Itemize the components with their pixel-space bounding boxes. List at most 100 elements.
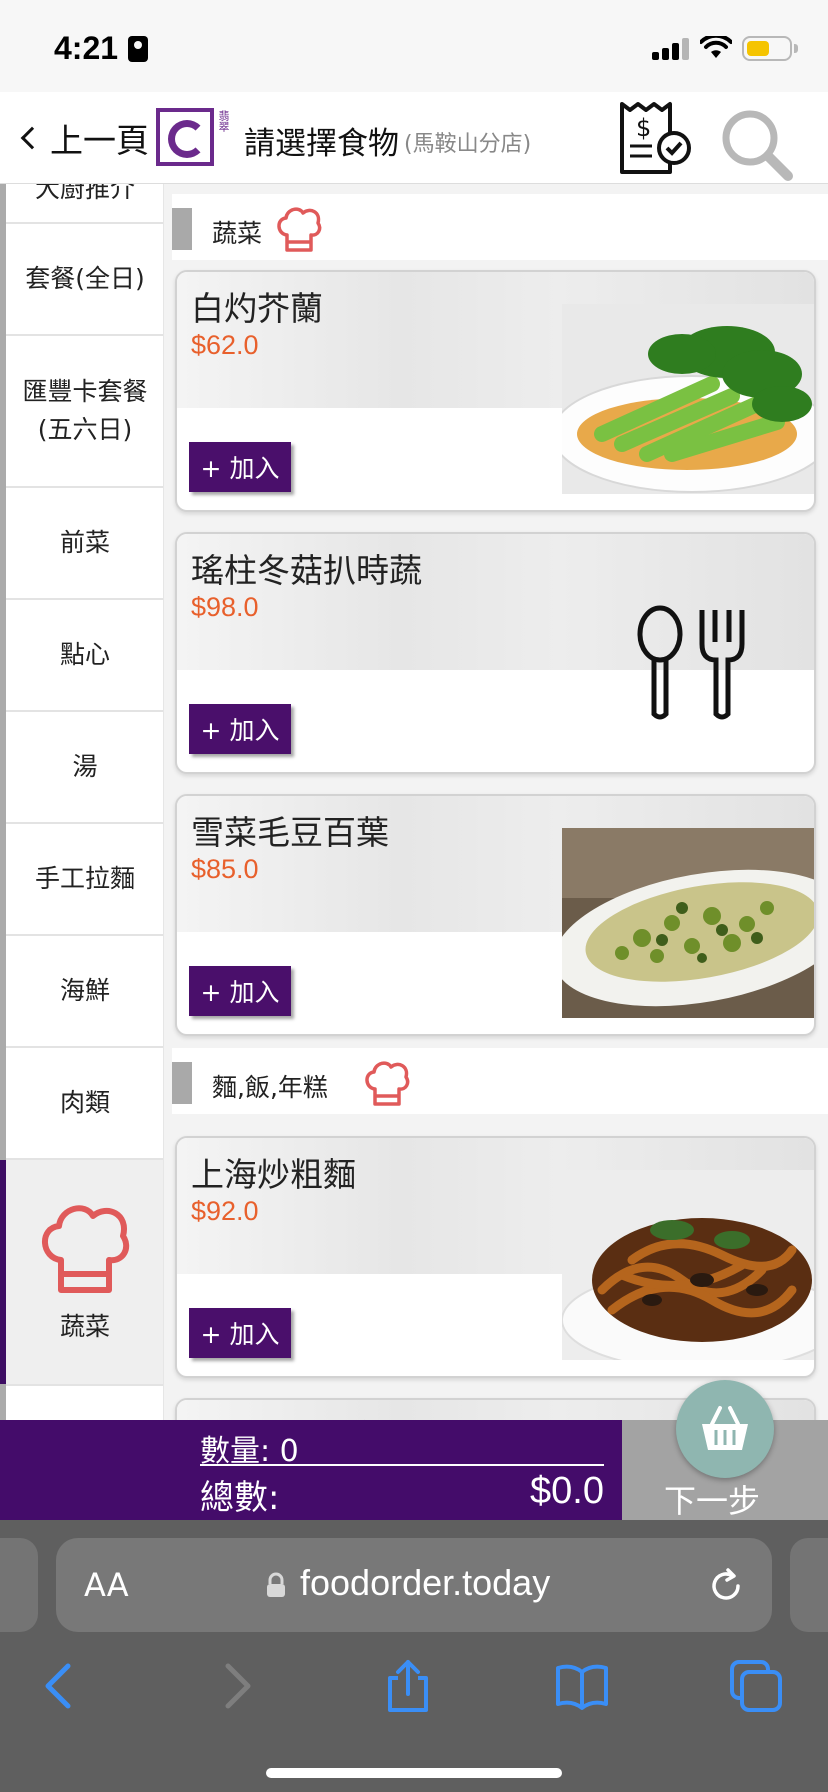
section-bar [172,1062,192,1104]
app-header: 上一頁 翡翠 請選擇食物 (馬鞍山分店) $ [0,92,828,184]
sidebar-item-label: 手工拉麵 [34,864,135,893]
sidebar-item-next[interactable] [6,1386,163,1420]
sidebar-item-label: 匯豐卡套餐(五六日) [22,377,148,444]
add-to-cart-button[interactable]: + 加入 [189,442,291,492]
order-receipt-icon[interactable]: $ [616,100,696,180]
add-to-cart-button[interactable]: + 加入 [189,704,291,754]
dish-card[interactable]: 上海炒粗麵 $92.0 + 加入 [175,1136,816,1378]
shopping-basket-icon [702,1406,748,1450]
dish-name: 白灼芥蘭 [191,289,323,328]
sidebar-item-hand-pulled-noodles[interactable]: 手工拉麵 [6,824,163,936]
back-label: 上一頁 [50,121,149,160]
beancurd-sheet-photo [562,828,814,1018]
sidebar-item-hsbc-set[interactable]: 匯豐卡套餐(五六日) [6,336,163,488]
back-button[interactable]: 上一頁 [18,116,149,160]
gai-lan-photo [562,304,814,494]
forward-arrow-icon[interactable] [208,1658,264,1714]
menu-list: 蔬菜 白灼芥蘭 $62.0 + 加入 瑤柱冬菇扒時蔬 $98.0 + 加入 雪菜… [164,184,828,1420]
sidebar-item-soup[interactable]: 湯 [6,712,163,824]
screen: { "status_bar": { "time": "4:21", "batte… [0,0,828,1792]
lock-icon [267,1572,285,1597]
cart-quantity: 數量: 0 [200,1426,604,1469]
section-header-noodles-rice: 麵,飯,年糕 [172,1048,828,1114]
dish-card[interactable]: 白灼芥蘭 $62.0 + 加入 [175,270,816,512]
search-icon[interactable] [716,106,796,186]
home-indicator [266,1768,562,1778]
chevron-left-icon [20,126,44,150]
dish-price: $62.0 [191,330,259,360]
add-to-cart-button[interactable]: + 加入 [189,966,291,1016]
dish-price: $92.0 [191,1196,259,1226]
add-to-cart-button[interactable]: + 加入 [189,1308,291,1358]
chef-hat-icon [42,1205,130,1293]
utensils-icon [637,605,745,720]
status-time: 4:21 [54,30,119,66]
sidebar-item-label: 湯 [72,752,98,781]
cellular-signal-icon [652,38,690,60]
sidebar-item-label: 前菜 [59,528,110,557]
dish-name: 雪菜蝦仁炒飯 [191,1410,389,1420]
section-bar [172,208,192,250]
dish-price: $85.0 [191,854,259,884]
chef-hat-icon [277,207,322,252]
dish-name: 瑤柱冬菇扒時蔬 [191,551,422,590]
dish-card[interactable]: 瑤柱冬菇扒時蔬 $98.0 + 加入 [175,532,816,774]
previous-tab-edge[interactable] [0,1538,38,1632]
sidebar-item-label: 海鮮 [59,976,110,1005]
shanghai-noodles-photo [562,1170,814,1360]
add-label: + 加入 [200,1320,280,1349]
sidebar-item-meat[interactable]: 肉類 [6,1048,163,1160]
logo-frame [156,108,214,166]
section-title: 蔬菜 [212,219,263,248]
next-tab-edge[interactable] [790,1538,828,1632]
text-size-button[interactable]: AA [84,1566,129,1604]
sidebar-item-label: 肉類 [59,1088,110,1117]
category-sidebar: 大廚推介 套餐(全日) 匯豐卡套餐(五六日) 前菜 點心 湯 手工拉麵 海鮮 肉… [0,184,164,1420]
sidebar-item-label: 大廚推介 [34,184,135,203]
sidebar-item-vegetables[interactable]: 蔬菜 [0,1160,163,1386]
sidebar-item-label: 套餐(全日) [25,264,145,293]
page-title: 請選擇食物 [244,126,399,162]
sidebar-item-chef-recommend[interactable]: 大廚推介 [6,184,163,224]
logo-text: 翡翠 [217,110,230,132]
battery-tip [794,44,798,53]
sidebar-item-label: 蔬菜 [59,1312,110,1341]
cart-summary-bar: 數量: 0 總數: $0.0 [0,1420,622,1520]
sidebar-item-seafood[interactable]: 海鮮 [6,936,163,1048]
share-icon[interactable] [380,1658,436,1714]
back-arrow-icon[interactable] [32,1658,88,1714]
add-label: + 加入 [200,978,280,1007]
battery-level [747,41,769,56]
dish-name: 雪菜毛豆百葉 [191,813,389,852]
restaurant-logo: 翡翠 [154,100,232,176]
address-bar[interactable]: AA foodorder.today [56,1538,772,1632]
section-header-vegetables: 蔬菜 [172,194,828,260]
cart-total-label: 總數: [200,1478,280,1518]
battery-icon [742,36,792,61]
sidebar-item-set-meal[interactable]: 套餐(全日) [6,224,163,336]
dish-card[interactable]: 雪菜毛豆百葉 $85.0 + 加入 [175,794,816,1036]
dish-price: $98.0 [191,592,259,622]
contact-card-icon [128,36,148,62]
status-bar: 4:21 [0,0,828,92]
reload-icon[interactable] [706,1566,746,1606]
section-title: 麵,飯,年糕 [212,1073,328,1102]
browser-toolbar: AA foodorder.today [0,1520,828,1792]
next-step-label: 下一步 [664,1482,761,1520]
sidebar-item-dim-sum[interactable]: 點心 [6,600,163,712]
wifi-icon [700,36,732,58]
svg-text:$: $ [636,114,651,142]
dish-name: 上海炒粗麵 [191,1155,356,1194]
tabs-icon[interactable] [728,1658,784,1714]
sidebar-item-label: 點心 [59,640,110,669]
branch-name: (馬鞍山分店) [404,132,532,157]
add-label: + 加入 [200,716,280,745]
active-indicator [0,1160,6,1384]
basket-button[interactable] [676,1380,774,1478]
cart-total-value: $0.0 [530,1470,604,1512]
logo-c-mark [168,120,206,158]
add-label: + 加入 [200,454,280,483]
chef-hat-icon [365,1061,410,1106]
sidebar-item-appetizer[interactable]: 前菜 [6,488,163,600]
bookmarks-icon[interactable] [554,1658,610,1714]
